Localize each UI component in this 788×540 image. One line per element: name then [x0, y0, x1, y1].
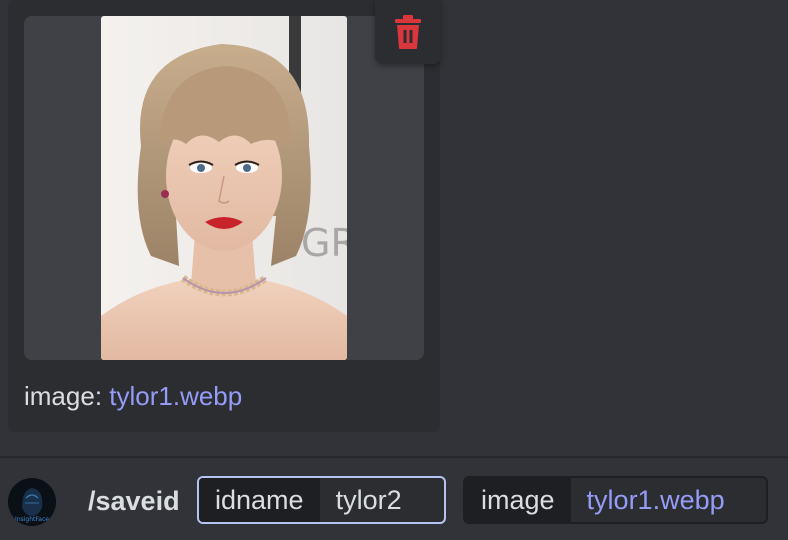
portrait-image: GR [101, 16, 347, 360]
attachment-card: GR image: tylor1.webp [8, 0, 440, 432]
bot-avatar[interactable]: InsightFace [8, 478, 56, 526]
avatar-logo-text: InsightFace [15, 516, 49, 523]
option-image-key: image [465, 478, 571, 522]
slash-command-bar[interactable]: InsightFace /saveid idname tylor2 image … [0, 458, 788, 540]
insightface-logo: InsightFace [8, 478, 56, 526]
option-image-value[interactable]: tylor1.webp [571, 478, 741, 522]
attachment-photo[interactable]: GR [101, 16, 347, 360]
command-name: /saveid [88, 486, 180, 516]
caption-filename: tylor1.webp [109, 381, 243, 411]
option-image-pill[interactable]: image tylor1.webp [463, 476, 768, 524]
discord-app: GR image: tylor1.webp InsightFace /savei… [0, 0, 788, 540]
option-idname-value[interactable]: tylor2 [320, 478, 418, 522]
attachment-preview: GR [24, 16, 424, 360]
trash-icon [395, 15, 421, 49]
option-idname-key: idname [199, 478, 320, 522]
option-idname-pill[interactable]: idname tylor2 [197, 476, 446, 524]
caption-key: image: [24, 381, 110, 411]
watermark-letters: GR [301, 221, 347, 265]
attachment-caption: image: tylor1.webp [24, 378, 242, 414]
remove-attachment-button[interactable] [375, 0, 441, 64]
